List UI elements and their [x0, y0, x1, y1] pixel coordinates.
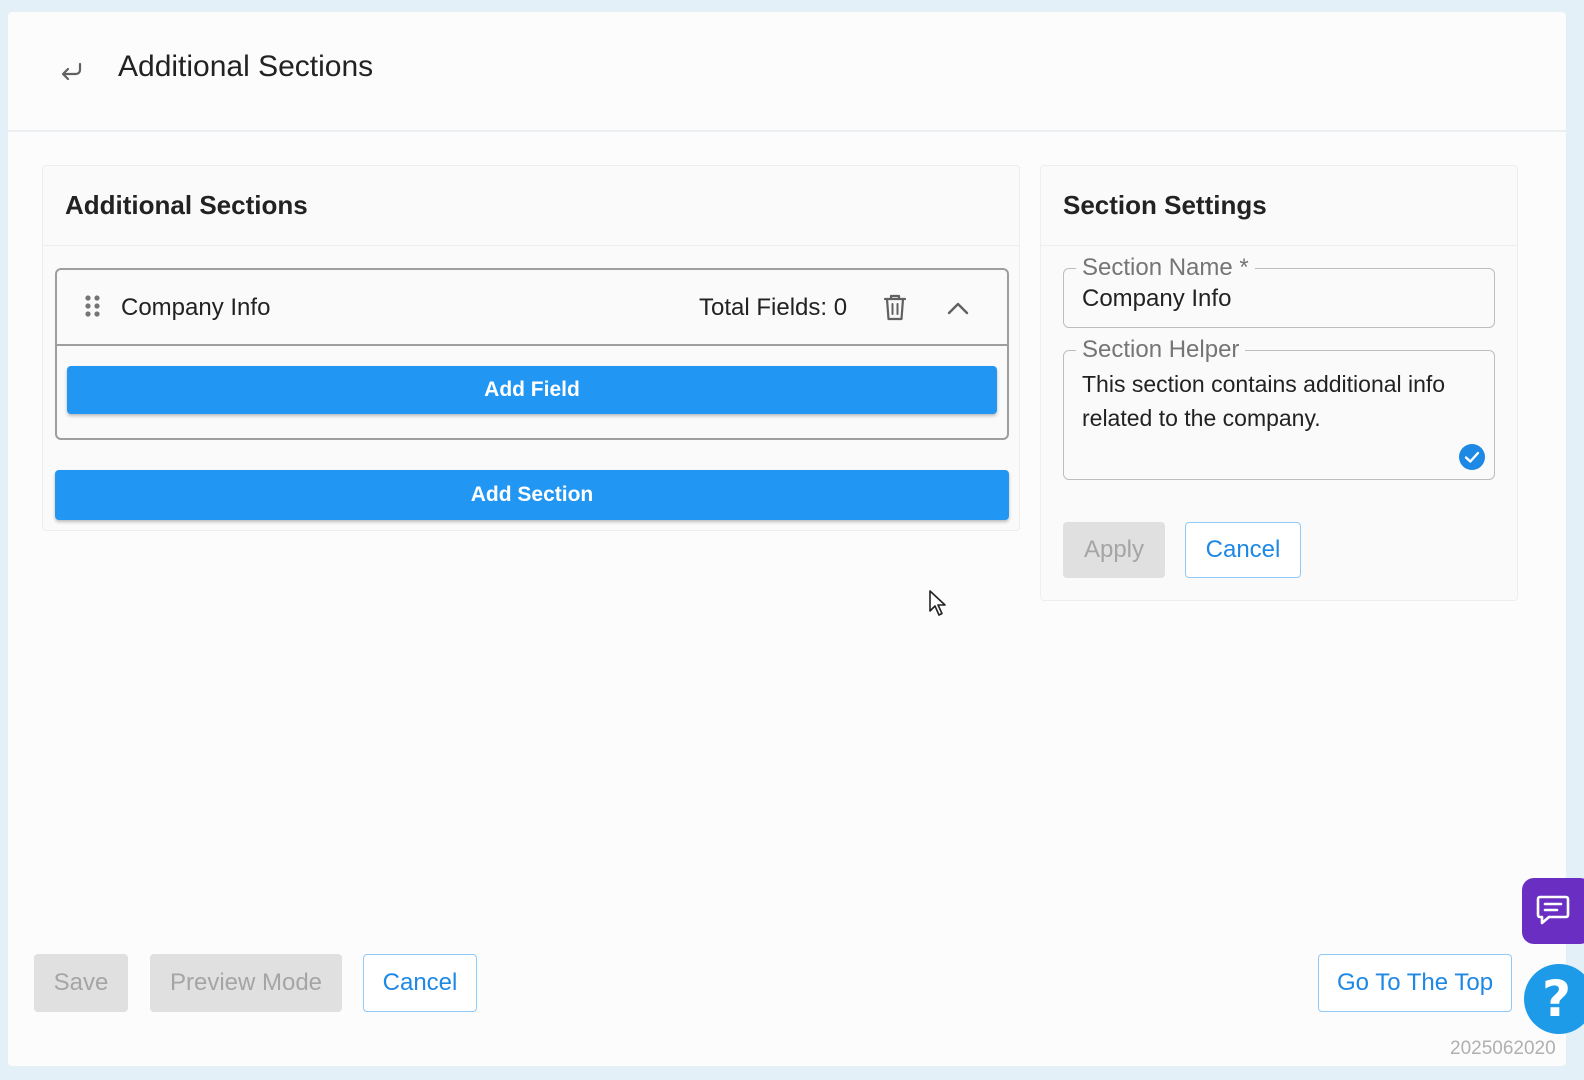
- save-button[interactable]: Save: [34, 954, 128, 1012]
- section-card-header[interactable]: Company Info Total Fields: 0: [57, 270, 1007, 346]
- total-fields-count: Total Fields: 0: [699, 294, 848, 321]
- panel-title: Additional Sections: [43, 166, 1019, 246]
- trash-icon[interactable]: [881, 292, 909, 322]
- add-section-button[interactable]: Add Section: [55, 470, 1009, 520]
- section-settings-panel: Section Settings Section Name * Company …: [1040, 165, 1518, 601]
- section-name-field-label: Section Name *: [1076, 253, 1255, 283]
- page-header: Additional Sections: [8, 12, 1566, 132]
- section-name-label: Company Info: [121, 294, 271, 321]
- preview-mode-button[interactable]: Preview Mode: [150, 954, 342, 1012]
- chevron-up-icon[interactable]: [945, 296, 971, 320]
- section-helper-textarea[interactable]: This section contains additional info re…: [1082, 367, 1482, 435]
- add-field-button[interactable]: Add Field: [67, 366, 997, 414]
- section-name-field[interactable]: Section Name * Company Info: [1063, 253, 1495, 328]
- section-helper-field-label: Section Helper: [1076, 335, 1246, 365]
- section-card: Company Info Total Fields: 0 Add Field: [55, 268, 1009, 440]
- mouse-cursor-icon: [929, 590, 946, 616]
- app-frame: Additional Sections Additional Sections …: [8, 12, 1566, 1066]
- check-circle-icon: [1459, 444, 1485, 470]
- chat-button[interactable]: [1522, 878, 1584, 944]
- section-helper-field[interactable]: Section Helper This section contains add…: [1063, 335, 1495, 480]
- go-to-top-button[interactable]: Go To The Top: [1318, 954, 1512, 1012]
- settings-title: Section Settings: [1041, 166, 1517, 246]
- cancel-button[interactable]: Cancel: [363, 954, 477, 1012]
- build-stamp: 2025062020: [1450, 1038, 1556, 1059]
- help-question-icon: ?: [1542, 970, 1572, 1028]
- apply-button[interactable]: Apply: [1063, 522, 1165, 578]
- drag-handle-icon[interactable]: [83, 294, 103, 322]
- additional-sections-panel: Additional Sections Company Info Total F…: [42, 165, 1020, 531]
- page-title: Additional Sections: [118, 50, 374, 83]
- chat-bubble-icon: [1536, 895, 1570, 925]
- settings-cancel-button[interactable]: Cancel: [1185, 522, 1301, 578]
- return-arrow-icon[interactable]: [58, 56, 86, 84]
- section-name-input[interactable]: Company Info: [1082, 285, 1231, 313]
